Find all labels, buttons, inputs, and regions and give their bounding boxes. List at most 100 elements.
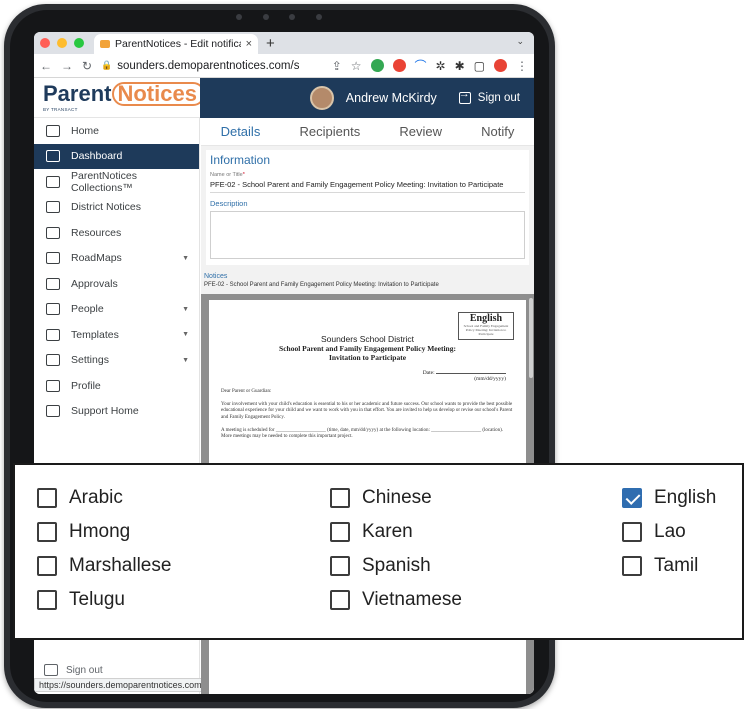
user-name[interactable]: Andrew McKirdy	[346, 91, 437, 105]
folder-icon	[46, 175, 60, 188]
extension-red-icon[interactable]	[392, 59, 406, 72]
language-option-marshallese[interactable]: Marshallese	[37, 555, 171, 577]
language-option-telugu[interactable]: Telugu	[37, 589, 125, 611]
tab-recipients[interactable]: Recipients	[300, 124, 361, 139]
sign-out-icon	[458, 88, 471, 104]
tab-notify[interactable]: Notify	[481, 124, 514, 139]
checkbox-checked-icon[interactable]	[622, 488, 642, 508]
share-icon[interactable]: ⇪	[332, 59, 342, 73]
language-label: Karen	[362, 521, 413, 542]
chevron-down-icon[interactable]: ▼	[182, 255, 189, 262]
sidepanel-icon[interactable]: ▢	[474, 59, 485, 73]
sidebar-item-people[interactable]: People ▼	[34, 297, 199, 323]
extension-arc-icon[interactable]: ⌒	[415, 57, 427, 74]
new-tab-button[interactable]: +	[266, 35, 275, 52]
browser-tab[interactable]: ParentNotices - Edit notificatio ×	[94, 34, 258, 54]
language-selection-panel: Arabic Chinese English Hmong Karen Lao Marshal…	[13, 463, 744, 640]
checkbox-unchecked-icon[interactable]	[622, 522, 642, 542]
chevron-down-icon[interactable]: ▼	[182, 357, 189, 364]
minimize-window-button[interactable]	[57, 38, 67, 48]
chevron-down-icon[interactable]: ▼	[182, 331, 189, 338]
sidebar-item-label: District Notices	[71, 201, 142, 214]
language-label: Tamil	[654, 555, 699, 576]
language-label: Lao	[654, 521, 686, 542]
sidebar-item-templates[interactable]: Templates ▼	[34, 322, 199, 348]
sidebar-item-settings[interactable]: Settings ▼	[34, 348, 199, 374]
profile-avatar-icon[interactable]	[494, 59, 507, 72]
language-option-lao[interactable]: Lao	[622, 521, 686, 543]
sidebar-item-roadmaps[interactable]: RoadMaps ▼	[34, 246, 199, 272]
user-avatar[interactable]	[309, 86, 334, 110]
language-option-karen[interactable]: Karen	[330, 521, 413, 543]
chevron-down-icon[interactable]: ▼	[182, 306, 189, 313]
checkbox-unchecked-icon[interactable]	[622, 556, 642, 576]
camera-bar	[236, 12, 322, 22]
checkbox-unchecked-icon[interactable]	[37, 522, 57, 542]
language-label: Arabic	[69, 487, 123, 508]
sidebar-item-parentnotices-collections[interactable]: ParentNotices Collections™	[34, 169, 199, 195]
extension-android-icon[interactable]: ✲	[436, 59, 446, 73]
notices-label: Notices	[204, 273, 228, 280]
favicon-icon	[100, 40, 110, 48]
sidebar-item-home[interactable]: Home	[34, 118, 199, 144]
checkbox-unchecked-icon[interactable]	[330, 556, 350, 576]
document-language-badge: English School and Family Engagement Pol…	[458, 312, 514, 340]
tab-review[interactable]: Review	[399, 124, 442, 139]
sidebar-item-dashboard[interactable]: Dashboard	[34, 143, 199, 169]
language-option-spanish[interactable]: Spanish	[330, 555, 431, 577]
document-greeting: Dear Parent or Guardian:	[221, 389, 272, 394]
language-option-chinese[interactable]: Chinese	[330, 487, 432, 509]
document-date: Date: (mm/dd/yyyy)	[422, 370, 506, 382]
name-field[interactable]: PFE-02 - School Parent and Family Engage…	[210, 178, 525, 193]
checkbox-unchecked-icon[interactable]	[37, 488, 57, 508]
sidebar-item-approvals[interactable]: Approvals	[34, 271, 199, 297]
address-bar[interactable]: 🔒 sounders.demoparentnotices.com/s	[101, 56, 323, 76]
tab-search-chevron-icon[interactable]: ⌄	[516, 36, 524, 47]
forward-arrow-icon[interactable]: →	[61, 59, 73, 73]
information-title: Information	[210, 153, 271, 167]
sign-out-icon	[44, 664, 58, 676]
sign-out-button[interactable]: Sign out	[458, 88, 520, 104]
grammarly-extension-icon[interactable]	[370, 59, 384, 72]
extensions-puzzle-icon[interactable]: ✱	[455, 59, 465, 73]
close-tab-icon[interactable]: ×	[246, 38, 252, 50]
language-option-vietnamese[interactable]: Vietnamese	[330, 589, 462, 611]
language-option-tamil[interactable]: Tamil	[622, 555, 698, 577]
back-arrow-icon[interactable]: ←	[40, 59, 52, 73]
reload-icon[interactable]: ↻	[82, 59, 92, 73]
template-icon	[46, 328, 60, 341]
home-icon	[46, 124, 60, 137]
app-header: Parent Notices BY TRANSACT Andrew McKird…	[34, 78, 534, 118]
sidebar-item-label: Dashboard	[71, 150, 123, 163]
description-label: Description	[210, 199, 248, 208]
sidebar-item-support-home[interactable]: Support Home	[34, 399, 199, 425]
maximize-window-button[interactable]	[74, 38, 84, 48]
document-scrollbar[interactable]	[529, 298, 533, 378]
language-label: Chinese	[362, 487, 432, 508]
language-option-hmong[interactable]: Hmong	[37, 521, 130, 543]
bookmark-star-icon[interactable]: ☆	[351, 59, 362, 73]
sidebar-item-profile[interactable]: Profile	[34, 373, 199, 399]
browser-menu-icon[interactable]: ⋮	[516, 59, 528, 73]
language-option-arabic[interactable]: Arabic	[37, 487, 123, 509]
checkbox-unchecked-icon[interactable]	[330, 590, 350, 610]
description-textarea[interactable]	[210, 211, 525, 259]
parentnotices-logo[interactable]: Parent Notices BY TRANSACT	[34, 78, 205, 118]
sidebar-item-label: RoadMaps	[71, 252, 122, 265]
sidebar-item-resources[interactable]: Resources	[34, 220, 199, 246]
checkbox-unchecked-icon[interactable]	[330, 522, 350, 542]
sidebar-sign-out[interactable]: Sign out	[44, 664, 103, 676]
close-window-button[interactable]	[40, 38, 50, 48]
wizard-tabs: Details Recipients Review Notify	[201, 118, 534, 146]
checkbox-unchecked-icon[interactable]	[37, 556, 57, 576]
language-label: Telugu	[69, 589, 125, 610]
sidebar-item-district-notices[interactable]: District Notices	[34, 195, 199, 221]
logo-notices-text: Notices	[112, 82, 205, 106]
top-nav-bar: Andrew McKirdy Sign out	[200, 78, 534, 118]
information-card: Information Name or Title* PFE-02 - Scho…	[206, 150, 529, 265]
tab-details[interactable]: Details	[221, 124, 261, 139]
checkbox-unchecked-icon[interactable]	[37, 590, 57, 610]
language-option-english[interactable]: English	[622, 487, 716, 509]
checkbox-unchecked-icon[interactable]	[330, 488, 350, 508]
sidebar-sign-out-label: Sign out	[66, 664, 103, 676]
